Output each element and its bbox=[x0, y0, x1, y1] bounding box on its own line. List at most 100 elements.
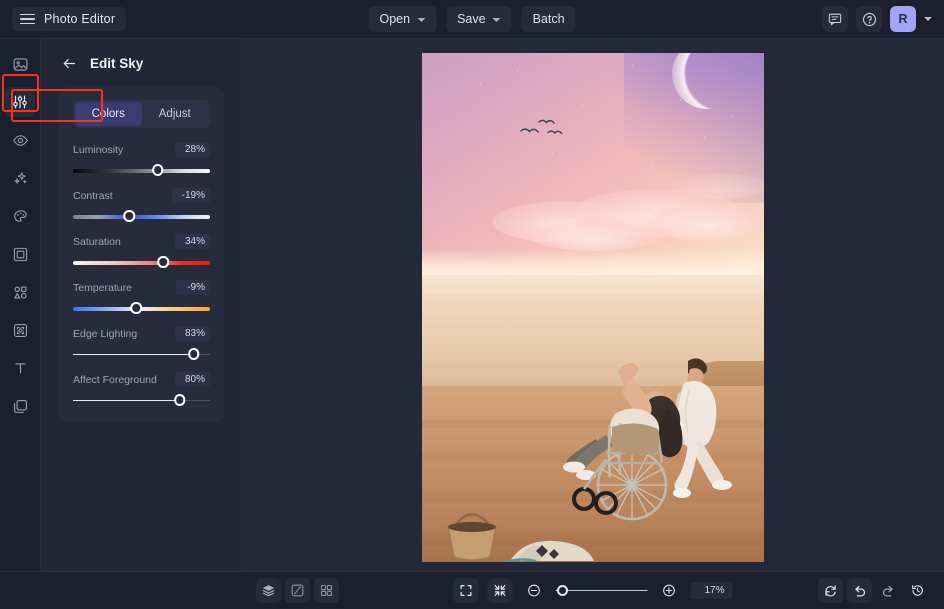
panel-header: Edit Sky bbox=[41, 39, 241, 74]
file-actions-group: Open Save Batch bbox=[368, 6, 576, 32]
cloud bbox=[647, 203, 764, 241]
sea-highlight bbox=[422, 291, 764, 293]
slider-temperature-track[interactable] bbox=[73, 302, 210, 314]
sidebar-item-photos[interactable] bbox=[5, 49, 35, 79]
compare-button[interactable] bbox=[285, 578, 310, 603]
slider-saturation-handle[interactable] bbox=[157, 256, 170, 268]
palette-icon bbox=[13, 209, 27, 222]
chevron-down-icon bbox=[417, 17, 426, 22]
tab-adjust[interactable]: Adjust bbox=[142, 102, 209, 126]
app-menu-button[interactable]: Photo Editor bbox=[12, 7, 127, 31]
slider-contrast-handle[interactable] bbox=[123, 210, 135, 222]
sidebar-item-adjust[interactable] bbox=[5, 87, 35, 117]
slider-luminosity-gradient bbox=[73, 168, 210, 173]
help-button[interactable] bbox=[856, 6, 882, 32]
slider-affect-foreground-handle[interactable] bbox=[174, 394, 186, 406]
zoom-slider[interactable] bbox=[555, 585, 648, 597]
slider-saturation-value[interactable]: 34% bbox=[174, 234, 210, 249]
open-label: Open bbox=[379, 12, 411, 26]
image-canvas[interactable] bbox=[242, 39, 944, 571]
tab-colors-label: Colors bbox=[91, 108, 125, 120]
cloud bbox=[530, 221, 660, 251]
slider-affect-foreground-value[interactable]: 80% bbox=[174, 372, 210, 387]
slider-temperature: Temperature -9% bbox=[73, 280, 210, 314]
history-button[interactable] bbox=[905, 578, 930, 603]
slider-saturation-track[interactable] bbox=[73, 256, 210, 268]
sidebar-item-retouch[interactable] bbox=[5, 201, 35, 231]
eye-icon bbox=[12, 134, 28, 146]
sidebar-item-layers[interactable] bbox=[5, 391, 35, 421]
plus-circle-icon bbox=[663, 584, 675, 597]
edited-photo[interactable] bbox=[422, 53, 764, 562]
back-button[interactable] bbox=[58, 52, 80, 74]
sidebar-item-crop[interactable] bbox=[5, 315, 35, 345]
slider-luminosity-header: Luminosity 28% bbox=[73, 142, 210, 157]
slider-luminosity-track[interactable] bbox=[73, 164, 210, 176]
slider-contrast-value[interactable]: -19% bbox=[171, 188, 210, 203]
compare-split-icon bbox=[291, 584, 304, 597]
sidebar-item-frames[interactable] bbox=[5, 239, 35, 269]
redo-button[interactable] bbox=[876, 578, 901, 603]
clock-history-icon bbox=[912, 585, 923, 596]
cloud bbox=[672, 173, 764, 199]
tab-colors[interactable]: Colors bbox=[75, 102, 142, 126]
layers-stack-button[interactable] bbox=[256, 578, 281, 603]
slider-contrast-label: Contrast bbox=[73, 189, 113, 202]
zoom-slider-handle[interactable] bbox=[557, 585, 569, 596]
sidebar-item-effects[interactable] bbox=[5, 125, 35, 155]
sea-highlight bbox=[422, 333, 764, 335]
slider-temperature-handle[interactable] bbox=[130, 302, 142, 314]
beach-props bbox=[447, 513, 594, 562]
slider-contrast-track[interactable] bbox=[73, 210, 210, 222]
slider-edge-lighting-label: Edge Lighting bbox=[73, 327, 138, 340]
slider-affect-foreground: Affect Foreground 80% bbox=[73, 372, 210, 406]
avatar[interactable]: R bbox=[890, 6, 916, 32]
sidebar-item-magic[interactable] bbox=[5, 163, 35, 193]
fullscreen-button[interactable] bbox=[453, 578, 479, 603]
frame-icon bbox=[13, 247, 27, 261]
refresh-icon bbox=[825, 585, 836, 597]
save-button[interactable]: Save bbox=[446, 6, 512, 32]
slider-luminosity-label: Luminosity bbox=[73, 143, 124, 156]
photo-editor-window: Photo Editor Open Save Batch R Edit Sky … bbox=[0, 0, 944, 609]
slider-edge-lighting-handle[interactable] bbox=[187, 348, 200, 360]
account-actions-group: R bbox=[822, 6, 932, 32]
slider-luminosity-value[interactable]: 28% bbox=[174, 142, 210, 157]
slider-edge-lighting-track[interactable] bbox=[73, 348, 210, 360]
text-t-icon bbox=[15, 362, 25, 373]
slider-affect-foreground-track[interactable] bbox=[73, 394, 210, 406]
slider-affect-foreground-header: Affect Foreground 80% bbox=[73, 372, 210, 387]
collapse-arrows-icon bbox=[494, 585, 506, 596]
sea-highlight bbox=[422, 309, 764, 311]
slider-contrast: Contrast -19% bbox=[73, 188, 210, 222]
slider-luminosity-handle[interactable] bbox=[152, 164, 164, 176]
save-label: Save bbox=[457, 12, 486, 26]
sparkles-icon bbox=[13, 171, 27, 184]
batch-label: Batch bbox=[532, 12, 565, 26]
grid-view-button[interactable] bbox=[314, 578, 339, 603]
sidebar-item-shapes[interactable] bbox=[5, 277, 35, 307]
zoom-in-button[interactable] bbox=[656, 578, 681, 603]
reset-button[interactable] bbox=[818, 578, 843, 603]
slider-contrast-gradient bbox=[73, 214, 210, 219]
hamburger-icon bbox=[20, 13, 35, 25]
feedback-button[interactable] bbox=[822, 6, 848, 32]
grid-four-icon bbox=[320, 584, 333, 597]
undo-button[interactable] bbox=[847, 578, 872, 603]
open-button[interactable]: Open bbox=[368, 6, 437, 32]
question-circle-icon bbox=[862, 12, 876, 26]
slider-affect-foreground-fill bbox=[73, 399, 180, 401]
zoom-out-button[interactable] bbox=[521, 578, 546, 603]
slider-edge-lighting-value[interactable]: 83% bbox=[174, 326, 210, 341]
account-chevron-down-icon[interactable] bbox=[924, 17, 932, 21]
slider-saturation-header: Saturation 34% bbox=[73, 234, 210, 249]
fit-to-screen-button[interactable] bbox=[487, 578, 513, 603]
top-toolbar: Photo Editor Open Save Batch R bbox=[0, 0, 944, 39]
batch-button[interactable]: Batch bbox=[521, 6, 576, 32]
edit-sky-panel: Edit Sky Colors Adjust Luminosity 28% Co… bbox=[41, 39, 242, 609]
sidebar-item-text[interactable] bbox=[5, 353, 35, 383]
zoom-level-value[interactable]: 17% bbox=[690, 582, 733, 599]
expand-brackets-icon bbox=[460, 585, 472, 596]
slider-affect-foreground-label: Affect Foreground bbox=[73, 373, 157, 386]
slider-temperature-value[interactable]: -9% bbox=[176, 280, 210, 295]
